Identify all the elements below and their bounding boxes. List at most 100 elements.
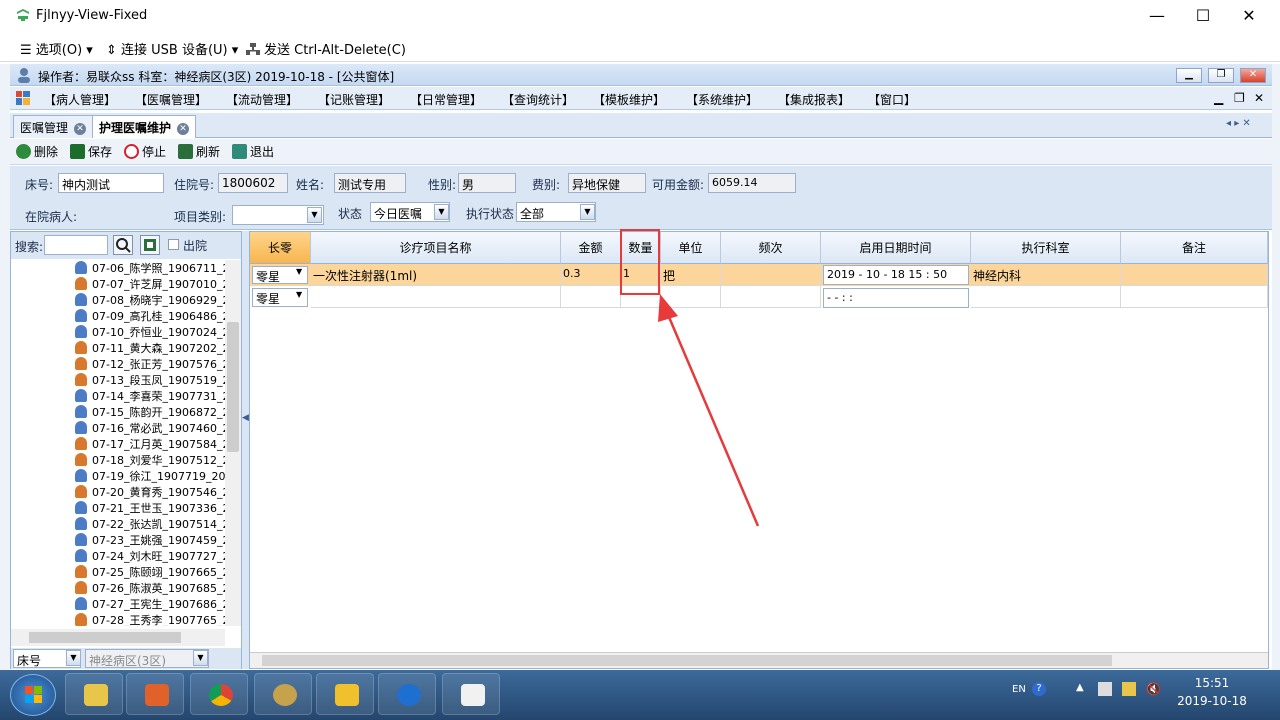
save-button[interactable]: 保存 (70, 143, 112, 160)
start-button[interactable] (10, 674, 56, 716)
list-item[interactable]: 07-19_徐江_1907719_201 (75, 468, 225, 484)
tab-close-icon[interactable]: ✕ (74, 122, 87, 135)
language-indicator[interactable]: EN (1012, 684, 1026, 695)
tray-expand-icon[interactable]: ▲ (1076, 682, 1084, 693)
mdi-minimize-button[interactable]: ▁ (1214, 91, 1223, 105)
row-type-dropdown-icon[interactable]: ▼ (296, 290, 302, 299)
ward-select[interactable]: 神经病区(3区) (85, 649, 209, 668)
sql-taskbar-button[interactable] (316, 673, 374, 715)
row-start-time[interactable]: - - : : (823, 288, 969, 308)
mdi-restore-button[interactable]: ❐ (1234, 91, 1245, 105)
options-menu[interactable]: ☰ 选项(O) ▾ (20, 39, 93, 58)
status-dropdown-arrow[interactable]: ▼ (434, 204, 449, 220)
menu-template[interactable]: 【模板维护】 (593, 91, 665, 108)
menu-query[interactable]: 【查询统计】 (502, 91, 574, 108)
list-item[interactable]: 07-15_陈韵开_1906872_2 (75, 404, 225, 420)
explorer-taskbar-button[interactable] (65, 673, 123, 715)
menu-order[interactable]: 【医嘱管理】 (135, 91, 207, 108)
bed-input[interactable]: 神内测试 (58, 173, 164, 193)
minimize-button[interactable]: — (1134, 0, 1180, 32)
media-taskbar-button[interactable] (126, 673, 184, 715)
app-taskbar-button[interactable] (378, 673, 436, 715)
ctrl-alt-del-button[interactable]: 发送 Ctrl-Alt-Delete(C) (246, 39, 406, 58)
list-item[interactable]: 07-07_许芝屏_1907010_2 (75, 276, 225, 292)
row-type-dropdown-icon[interactable]: ▼ (296, 267, 302, 276)
row-item-name[interactable] (311, 286, 561, 308)
app-close-button[interactable]: ✕ (1240, 68, 1266, 83)
delete-button[interactable]: 删除 (16, 143, 58, 160)
list-item[interactable]: 07-06_陈学照_1906711_2 (75, 260, 225, 276)
help-icon[interactable]: ? (1032, 682, 1046, 696)
panel-splitter[interactable]: ◀ (242, 231, 249, 669)
usb-menu[interactable]: ⇕ 连接 USB 设备(U) ▾ (106, 39, 238, 58)
chrome-taskbar-button[interactable] (190, 673, 248, 715)
exit-button[interactable]: 退出 (232, 143, 274, 160)
app-restore-button[interactable]: ❐ (1208, 68, 1234, 83)
list-item[interactable]: 07-22_张达凯_1907514_2 (75, 516, 225, 532)
patient-list-scrollbar[interactable] (225, 260, 241, 626)
list-item[interactable]: 07-12_张正芳_1907576_2 (75, 356, 225, 372)
row-dept[interactable]: 神经内科 (971, 264, 1121, 286)
col-header-amount[interactable]: 金额 (561, 232, 621, 264)
refresh-button[interactable]: 刷新 (178, 143, 220, 160)
taskbar-clock[interactable]: 15:51 2019-10-18 (1164, 676, 1260, 708)
list-item[interactable]: 07-13_段玉凤_1907519_2 (75, 372, 225, 388)
menu-billing[interactable]: 【记账管理】 (318, 91, 390, 108)
row-frequency[interactable] (721, 264, 821, 286)
maximize-button[interactable]: ☐ (1180, 0, 1226, 32)
row-dept[interactable] (971, 286, 1121, 308)
tab-nursing-order[interactable]: 护理医嘱维护 ✕ (92, 115, 197, 138)
exec-status-dropdown-arrow[interactable]: ▼ (580, 204, 595, 220)
patient-list-hscrollbar[interactable] (11, 629, 225, 646)
list-item[interactable]: 07-16_常必武_1907460_2 (75, 420, 225, 436)
tab-close-icon[interactable]: ✕ (177, 122, 190, 135)
menu-flow[interactable]: 【流动管理】 (226, 91, 298, 108)
col-header-type[interactable]: 长零 (250, 232, 311, 264)
network-tray-icon[interactable] (1098, 682, 1112, 696)
ward-dropdown-arrow[interactable]: ▼ (193, 650, 208, 666)
tray-app-icon[interactable] (1122, 682, 1136, 696)
close-button[interactable]: ✕ (1226, 0, 1272, 32)
list-item[interactable]: 07-28_王秀李_1907765_2 (75, 612, 225, 626)
menu-system[interactable]: 【系统维护】 (686, 91, 758, 108)
list-item[interactable]: 07-10_乔恒业_1907024_2 (75, 324, 225, 340)
list-item[interactable]: 07-18_刘爱华_1907512_2 (75, 452, 225, 468)
list-item[interactable]: 07-17_江月英_1907584_2 (75, 436, 225, 452)
list-item[interactable]: 07-20_黄育秀_1907546_2 (75, 484, 225, 500)
menu-daily[interactable]: 【日常管理】 (410, 91, 482, 108)
mdi-close-button[interactable]: ✕ (1254, 91, 1264, 105)
app-menu-icon[interactable] (16, 91, 30, 105)
list-item[interactable]: 07-08_杨晓宇_1906929_2 (75, 292, 225, 308)
collapse-arrow-icon[interactable]: ◀ (242, 413, 249, 423)
grid-hscrollbar[interactable] (250, 652, 1268, 668)
list-item[interactable]: 07-09_高孔桂_1906486_2 (75, 308, 225, 324)
scroll-thumb[interactable] (227, 322, 239, 452)
hscroll-thumb[interactable] (29, 632, 181, 643)
row-item-name[interactable]: 一次性注射器(1ml) (311, 264, 561, 286)
list-item[interactable]: 07-24_刘木旺_1907727_2 (75, 548, 225, 564)
grid-hscroll-thumb[interactable] (262, 655, 1112, 666)
volume-muted-icon[interactable]: 🔇 (1146, 682, 1161, 696)
compass-taskbar-button[interactable] (254, 673, 312, 715)
hospital-taskbar-button[interactable] (442, 673, 500, 715)
row-note[interactable] (1121, 264, 1268, 286)
col-header-start-time[interactable]: 启用日期时间 (821, 232, 971, 264)
col-header-dept[interactable]: 执行科室 (971, 232, 1121, 264)
list-item[interactable]: 07-21_王世玉_1907336_2 (75, 500, 225, 516)
menu-window[interactable]: 【窗口】 (868, 91, 916, 108)
row-start-time[interactable]: 2019 - 10 - 18 15 : 50 (823, 265, 969, 285)
category-dropdown-arrow[interactable]: ▼ (307, 207, 322, 223)
search-input[interactable] (44, 235, 108, 255)
menu-report[interactable]: 【集成报表】 (778, 91, 850, 108)
list-item[interactable]: 07-26_陈淑英_1907685_2 (75, 580, 225, 596)
list-item[interactable]: 07-23_王姚强_1907459_2 (75, 532, 225, 548)
list-item[interactable]: 07-14_李喜荣_1907731_2 (75, 388, 225, 404)
menu-patient[interactable]: 【病人管理】 (44, 91, 116, 108)
sort-dropdown-arrow[interactable]: ▼ (66, 650, 81, 666)
list-item[interactable]: 07-25_陈颐翊_1907665_2 (75, 564, 225, 580)
row-note[interactable] (1121, 286, 1268, 308)
list-item[interactable]: 07-11_黄大森_1907202_2 (75, 340, 225, 356)
col-header-unit[interactable]: 单位 (661, 232, 721, 264)
col-header-note[interactable]: 备注 (1121, 232, 1268, 264)
col-header-item-name[interactable]: 诊疗项目名称 (311, 232, 561, 264)
